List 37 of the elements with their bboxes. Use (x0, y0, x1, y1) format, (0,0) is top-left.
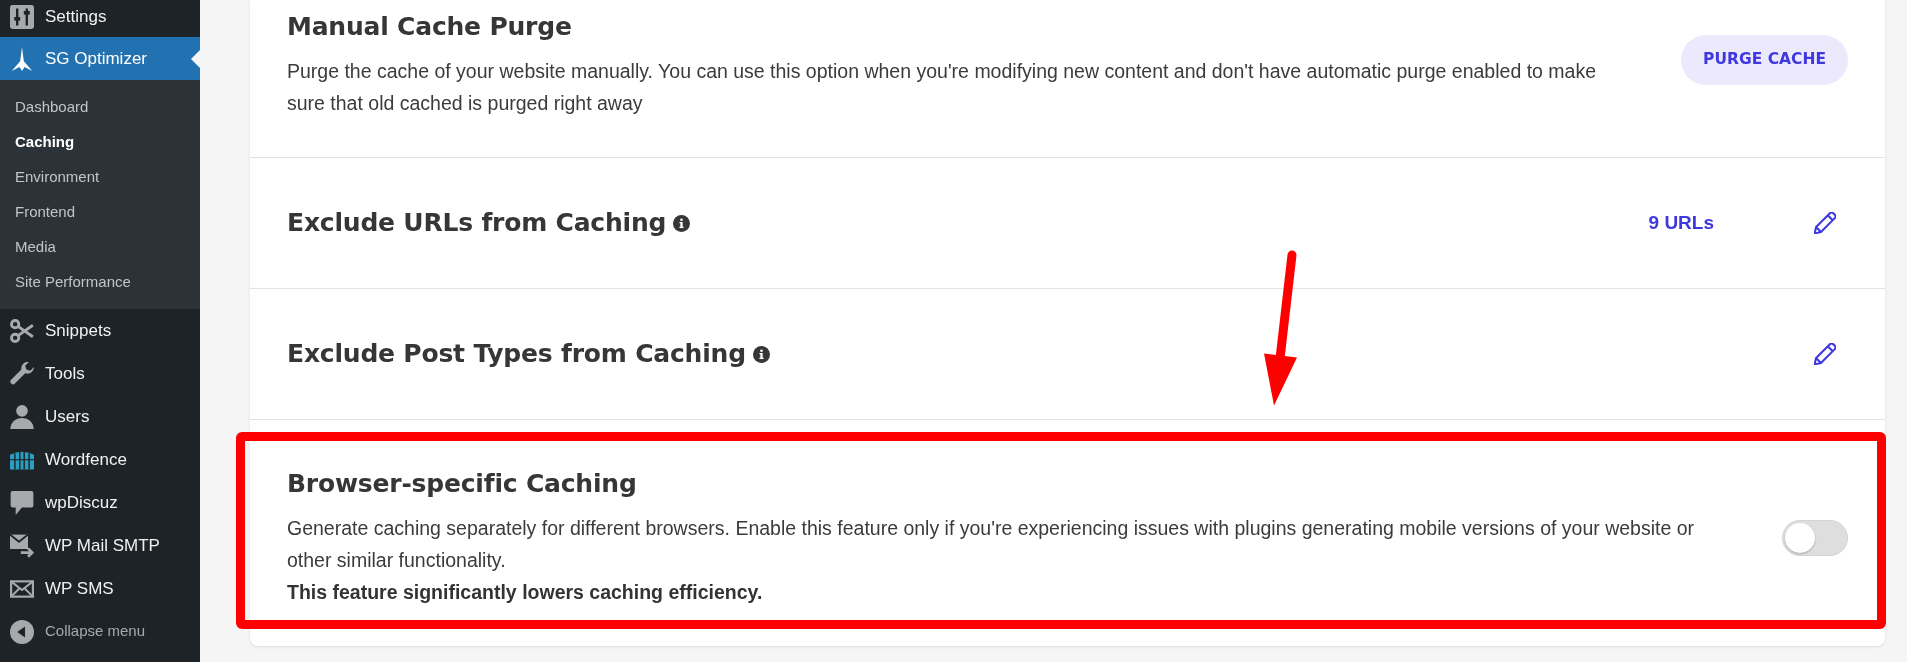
sidebar-menu-item[interactable]: WP SMS (0, 567, 200, 610)
pencil-icon[interactable] (1814, 212, 1836, 234)
submenu-item[interactable]: Media (0, 229, 200, 264)
sidebar-menu-item[interactable]: SG Optimizer (0, 37, 200, 80)
setting-description: Generate caching separately for different browsers. Enable this feature only if you're experiencing issues with plugins generating mobile versions of your website or other similar functionality. (287, 516, 1696, 573)
sidebar-menu-item[interactable]: Wordfence (0, 438, 200, 481)
scissors-icon (10, 318, 34, 343)
person-icon (10, 404, 34, 429)
submenu-item[interactable]: Site Performance (0, 264, 200, 299)
sidebar-menu-item[interactable]: Users (0, 395, 200, 438)
sliders-icon (10, 4, 34, 29)
toggle-switch[interactable] (1782, 519, 1848, 556)
info-icon[interactable] (673, 214, 691, 232)
sidebar-menu-item[interactable]: WP Mail SMTP (0, 524, 200, 567)
submenu-item[interactable]: Caching (0, 124, 200, 159)
info-icon[interactable] (752, 345, 770, 363)
envelope-arrow-icon (10, 533, 34, 558)
pencil-icon[interactable] (1814, 343, 1836, 365)
url-count: 9 URLs (1648, 210, 1714, 235)
setting-title: Manual Cache Purge (287, 11, 572, 43)
setting-title: Exclude Post Types from Caching (287, 338, 746, 370)
warning-text: This feature significantly lowers caching efficiency. (287, 580, 764, 605)
submenu-item[interactable]: Dashboard (0, 89, 200, 124)
sidebar-menu-item[interactable]: Settings (0, 0, 200, 37)
submenu-item[interactable]: Frontend (0, 194, 200, 229)
setting-title: Exclude URLs from Caching (287, 207, 667, 239)
left-arrow-circle-icon (10, 619, 34, 644)
purge-cache-button[interactable]: PURGE CACHE (1681, 35, 1848, 85)
setting-title: Browser-specific Caching (287, 468, 637, 500)
sidebar-menu-item[interactable]: wpDiscuz (0, 481, 200, 524)
submenu-item[interactable]: Environment (0, 159, 200, 194)
speech-bubble-icon (10, 490, 34, 515)
wrench-icon (10, 361, 34, 386)
collapse-menu-button[interactable]: Collapse menu (0, 610, 146, 653)
sidebar-menu-item[interactable]: Snippets (0, 309, 200, 352)
sidebar-menu-item[interactable]: Tools (0, 352, 200, 395)
setting-description: Purge the cache of your website manually. You can use this option when you're modifying new content and don't have automatic purge enabled to make sure that old cached is purged right away (287, 59, 1597, 116)
